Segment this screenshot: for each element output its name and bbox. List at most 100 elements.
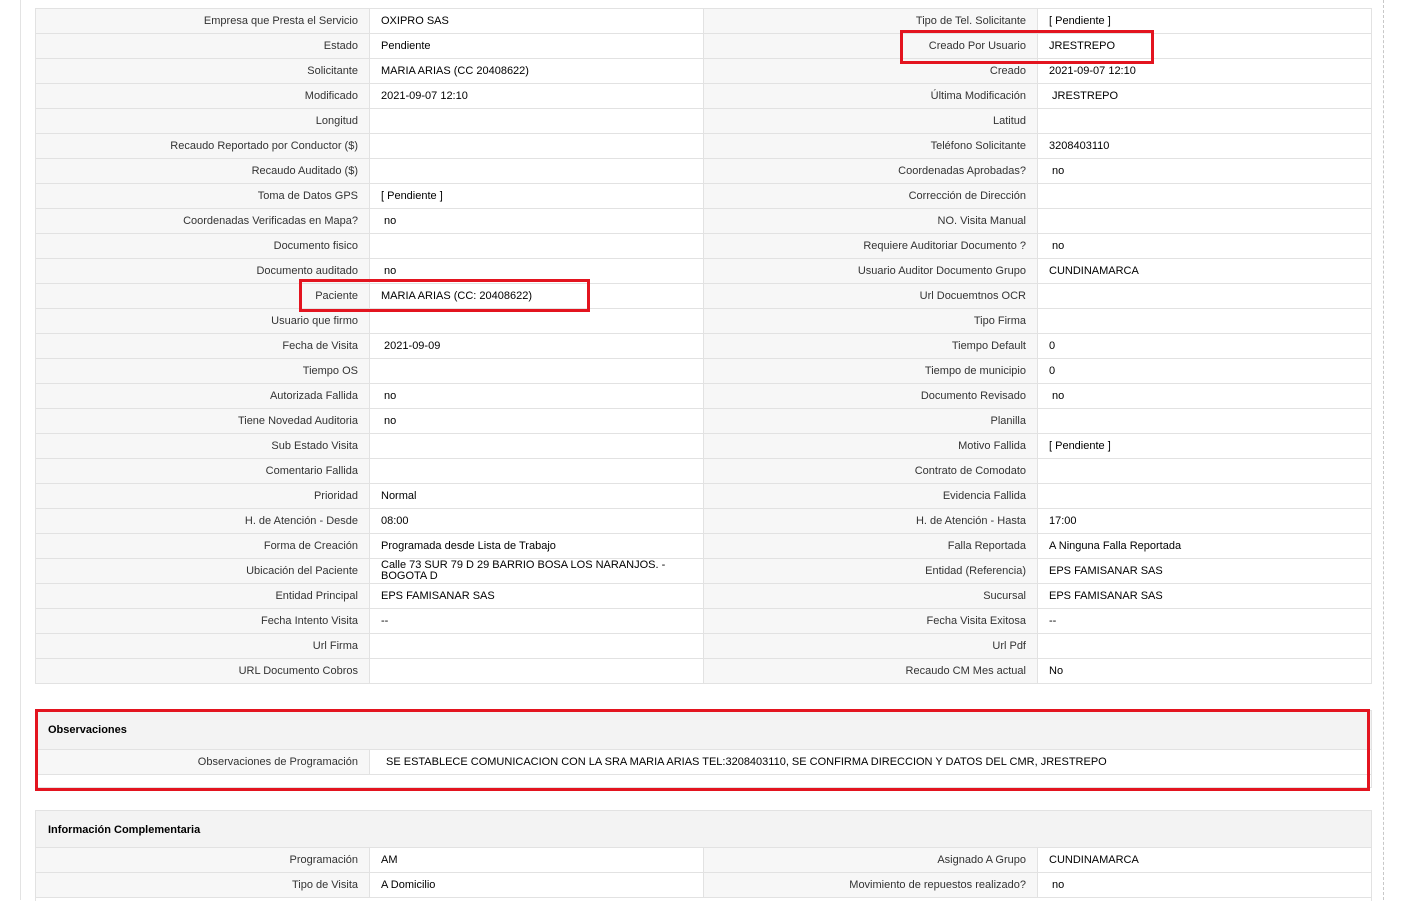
fecha-de-visita-value: 2021-09-09 — [369, 333, 704, 359]
recaudo-cm-mes-actual-value: No — [1037, 658, 1372, 684]
fecha-visita-exitosa-label: Fecha Visita Exitosa — [703, 608, 1038, 634]
coordenadas-aprobadas-label: Coordenadas Aprobadas? — [703, 158, 1038, 184]
prioridad-value: Normal — [369, 483, 704, 509]
detail-row: Usuario que firmo Tipo Firma — [35, 308, 1372, 334]
observaciones-title: Observaciones — [36, 711, 1371, 750]
left-rule — [20, 0, 21, 900]
latitud-value — [1037, 108, 1372, 134]
requiere-auditoriar-documento-value: no — [1037, 233, 1372, 259]
estado-value: Pendiente — [369, 33, 704, 59]
detail-row: Ubicación del Paciente Calle 73 SUR 79 D … — [35, 558, 1372, 584]
detail-row: Modificado 2021-09-07 12:10 Última Modific… — [35, 83, 1372, 109]
forma-de-creacion-label: Forma de Creación — [35, 533, 370, 559]
requiere-auditoriar-documento-label: Requiere Auditoriar Documento ? — [703, 233, 1038, 259]
h-de-atencion-hasta-value: 17:00 — [1037, 508, 1372, 534]
falla-reportada-value: A Ninguna Falla Reportada — [1037, 533, 1372, 559]
contrato-de-comodato-value — [1037, 458, 1372, 484]
observaciones-row: Observaciones de Programación SE ESTABLE… — [36, 750, 1371, 775]
motivo-fallida-label: Motivo Fallida — [703, 433, 1038, 459]
url-docuemtnos-ocr-value — [1037, 283, 1372, 309]
empresa-que-presta-el-servicio-value: OXIPRO SAS — [369, 8, 704, 34]
url-documento-cobros-value — [369, 658, 704, 684]
programacion-value: AM — [369, 847, 704, 873]
tiempo-os-value — [369, 358, 704, 384]
toma-de-datos-gps-label: Toma de Datos GPS — [35, 183, 370, 209]
entidad-referencia-label: Entidad (Referencia) — [703, 558, 1038, 584]
detail-row: H. de Atención - Desde 08:00 H. de Atenció… — [35, 508, 1372, 534]
h-de-atencion-desde-label: H. de Atención - Desde — [35, 508, 370, 534]
tiempo-os-label: Tiempo OS — [35, 358, 370, 384]
tiene-novedad-auditoria-value: no — [369, 408, 704, 434]
detail-row: Tiempo OS Tiempo de municipio 0 — [35, 358, 1372, 384]
ubicacion-del-paciente-value: Calle 73 SUR 79 D 29 BARRIO BOSA LOS NAR… — [369, 558, 704, 584]
recaudo-auditado-label: Recaudo Auditado ($) — [35, 158, 370, 184]
empresa-que-presta-el-servicio-label: Empresa que Presta el Servicio — [35, 8, 370, 34]
sucursal-label: Sucursal — [703, 583, 1038, 609]
no-visita-manual-value — [1037, 208, 1372, 234]
entidad-referencia-value: EPS FAMISANAR SAS — [1037, 558, 1372, 584]
tipo-de-tel-solicitante-label: Tipo de Tel. Solicitante — [703, 8, 1038, 34]
tiempo-de-municipio-value: 0 — [1037, 358, 1372, 384]
detail-row: Recaudo Reportado por Conductor ($) Teléf… — [35, 133, 1372, 159]
tiempo-default-value: 0 — [1037, 333, 1372, 359]
creado-value: 2021-09-07 12:10 — [1037, 58, 1372, 84]
complementaria-title: Información Complementaria — [36, 811, 1371, 850]
movimiento-de-repuestos-realizado-value: no — [1037, 872, 1372, 898]
programacion-label: Programación — [35, 847, 370, 873]
tiempo-default-label: Tiempo Default — [703, 333, 1038, 359]
tipo-de-visita-label: Tipo de Visita — [35, 872, 370, 898]
modificado-label: Modificado — [35, 83, 370, 109]
tipo-de-visita-value: A Domicilio — [369, 872, 704, 898]
tipo-de-tel-solicitante-value: [ Pendiente ] — [1037, 8, 1372, 34]
detail-row: Forma de Creación Programada desde Lista … — [35, 533, 1372, 559]
correccion-de-direccion-value — [1037, 183, 1372, 209]
longitud-value — [369, 108, 704, 134]
solicitante-label: Solicitante — [35, 58, 370, 84]
url-docuemtnos-ocr-label: Url Docuemtnos OCR — [703, 283, 1038, 309]
comentario-fallida-label: Comentario Fallida — [35, 458, 370, 484]
detail-row: Sub Estado Visita Motivo Fallida[ Pendien… — [35, 433, 1372, 459]
comentario-fallida-value — [369, 458, 704, 484]
asignado-a-grupo-label: Asignado A Grupo — [703, 847, 1038, 873]
tiene-novedad-auditoria-label: Tiene Novedad Auditoria — [35, 408, 370, 434]
coordenadas-aprobadas-value: no — [1037, 158, 1372, 184]
url-pdf-value — [1037, 633, 1372, 659]
documento-auditado-label: Documento auditado — [35, 258, 370, 284]
detail-row: Prioridad Normal Evidencia Fallida — [35, 483, 1372, 509]
observaciones-value: SE ESTABLECE COMUNICACION CON LA SRA MAR… — [386, 756, 1107, 768]
toma-de-datos-gps-value: [ Pendiente ] — [369, 183, 704, 209]
recaudo-auditado-value — [369, 158, 704, 184]
fecha-intento-visita-label: Fecha Intento Visita — [35, 608, 370, 634]
coordenadas-verificadas-en-mapa-label: Coordenadas Verificadas en Mapa? — [35, 208, 370, 234]
entidad-principal-label: Entidad Principal — [35, 583, 370, 609]
detail-row: Estado Pendiente Creado Por Usuario JRESTRE… — [35, 33, 1372, 59]
usuario-auditor-documento-grupo-label: Usuario Auditor Documento Grupo — [703, 258, 1038, 284]
detail-row: Documento auditado no Usuario Auditor Doc… — [35, 258, 1372, 284]
detail-row: Empresa que Presta el Servicio OXIPRO SAS… — [35, 8, 1372, 34]
tipo-firma-value — [1037, 308, 1372, 334]
detail-row: Tiene Novedad Auditoria no Planilla — [35, 408, 1372, 434]
detail-row: Toma de Datos GPS[ Pendiente ] Corrección… — [35, 183, 1372, 209]
no-visita-manual-label: NO. Visita Manual — [703, 208, 1038, 234]
motivo-fallida-value: [ Pendiente ] — [1037, 433, 1372, 459]
documento-fisico-value — [369, 233, 704, 259]
observaciones-section: Observaciones Observaciones de Programac… — [35, 710, 1372, 788]
sucursal-value: EPS FAMISANAR SAS — [1037, 583, 1372, 609]
complementaria-table: Programación AM Asignado A Grupo CUNDINAMAR… — [35, 847, 1372, 898]
documento-revisado-label: Documento Revisado — [703, 383, 1038, 409]
detail-row: Paciente MARIA ARIAS (CC: 20408622) Url Do… — [35, 283, 1372, 309]
usuario-auditor-documento-grupo-value: CUNDINAMARCA — [1037, 258, 1372, 284]
tipo-firma-label: Tipo Firma — [703, 308, 1038, 334]
contrato-de-comodato-label: Contrato de Comodato — [703, 458, 1038, 484]
paciente-value: MARIA ARIAS (CC: 20408622) — [369, 283, 704, 309]
documento-auditado-value: no — [369, 258, 704, 284]
recaudo-cm-mes-actual-label: Recaudo CM Mes actual — [703, 658, 1038, 684]
planilla-value — [1037, 408, 1372, 434]
detail-row: URL Documento Cobros Recaudo CM Mes actua… — [35, 658, 1372, 684]
detail-row: Documento fisico Requiere Auditoriar Docu… — [35, 233, 1372, 259]
coordenadas-verificadas-en-mapa-value: no — [369, 208, 704, 234]
longitud-label: Longitud — [35, 108, 370, 134]
paciente-label: Paciente — [35, 283, 370, 309]
visit-detail-table: Empresa que Presta el Servicio OXIPRO SAS… — [35, 8, 1372, 684]
falla-reportada-label: Falla Reportada — [703, 533, 1038, 559]
